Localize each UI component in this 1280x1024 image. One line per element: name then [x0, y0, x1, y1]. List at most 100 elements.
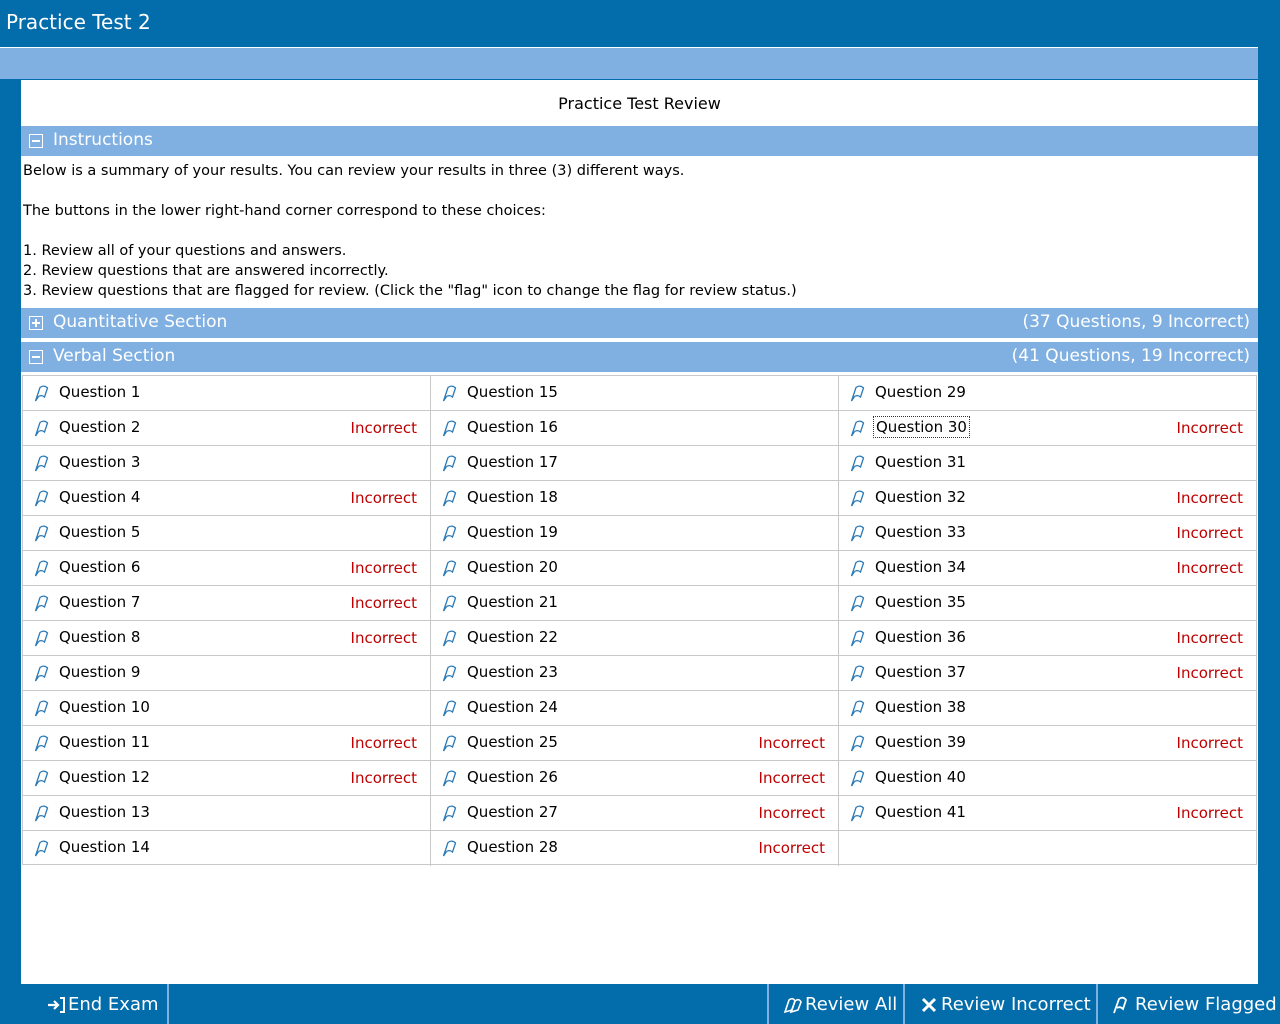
flag-icon[interactable]: [442, 804, 460, 822]
question-row[interactable]: Question 34 Incorrect: [839, 551, 1256, 586]
question-link[interactable]: Question 15: [465, 383, 560, 401]
question-row[interactable]: Question 37 Incorrect: [839, 656, 1256, 691]
question-row[interactable]: Question 31: [839, 446, 1256, 481]
flag-icon[interactable]: [850, 419, 868, 437]
flag-icon[interactable]: [850, 384, 868, 402]
question-link[interactable]: Question 39: [873, 733, 968, 751]
question-link[interactable]: Question 36: [873, 628, 968, 646]
flag-icon[interactable]: [442, 734, 460, 752]
question-link[interactable]: Question 35: [873, 593, 968, 611]
question-link[interactable]: Question 2: [57, 418, 142, 436]
review-flagged-button[interactable]: Review Flagged: [1098, 984, 1280, 1024]
question-link[interactable]: Question 30: [873, 416, 970, 438]
question-row[interactable]: Question 21: [431, 586, 839, 621]
question-link[interactable]: Question 3: [57, 453, 142, 471]
question-link[interactable]: Question 25: [465, 733, 560, 751]
flag-icon[interactable]: [34, 594, 52, 612]
question-link[interactable]: Question 28: [465, 838, 560, 856]
question-row[interactable]: Question 27 Incorrect: [431, 796, 839, 831]
section-verbal-header[interactable]: Verbal Section (41 Questions, 19 Incorre…: [21, 342, 1258, 372]
flag-icon[interactable]: [850, 699, 868, 717]
flag-icon[interactable]: [34, 384, 52, 402]
question-row[interactable]: Question 24: [431, 691, 839, 726]
flag-icon[interactable]: [850, 734, 868, 752]
question-row[interactable]: Question 18: [431, 481, 839, 516]
flag-icon[interactable]: [442, 384, 460, 402]
question-link[interactable]: Question 1: [57, 383, 142, 401]
question-row[interactable]: Question 41 Incorrect: [839, 796, 1256, 831]
question-row[interactable]: Question 7 Incorrect: [23, 586, 431, 621]
question-row[interactable]: Question 2 Incorrect: [23, 411, 431, 446]
question-link[interactable]: Question 7: [57, 593, 142, 611]
question-row[interactable]: Question 9: [23, 656, 431, 691]
flag-icon[interactable]: [34, 454, 52, 472]
question-link[interactable]: Question 16: [465, 418, 560, 436]
question-link[interactable]: Question 24: [465, 698, 560, 716]
instructions-header[interactable]: Instructions: [21, 126, 1258, 156]
question-row[interactable]: Question 11 Incorrect: [23, 726, 431, 761]
flag-icon[interactable]: [850, 769, 868, 787]
flag-icon[interactable]: [34, 489, 52, 507]
flag-icon[interactable]: [850, 664, 868, 682]
question-link[interactable]: Question 21: [465, 593, 560, 611]
question-row[interactable]: Question 40: [839, 761, 1256, 796]
question-row[interactable]: Question 23: [431, 656, 839, 691]
flag-icon[interactable]: [850, 524, 868, 542]
question-link[interactable]: Question 18: [465, 488, 560, 506]
question-link[interactable]: Question 17: [465, 453, 560, 471]
flag-icon[interactable]: [850, 489, 868, 507]
question-link[interactable]: Question 13: [57, 803, 152, 821]
flag-icon[interactable]: [442, 524, 460, 542]
question-link[interactable]: Question 38: [873, 698, 968, 716]
flag-icon[interactable]: [850, 594, 868, 612]
question-row[interactable]: Question 1: [23, 376, 431, 411]
question-link[interactable]: Question 22: [465, 628, 560, 646]
question-row[interactable]: Question 19: [431, 516, 839, 551]
flag-icon[interactable]: [34, 419, 52, 437]
flag-icon[interactable]: [34, 804, 52, 822]
flag-icon[interactable]: [442, 419, 460, 437]
flag-icon[interactable]: [34, 559, 52, 577]
question-link[interactable]: Question 32: [873, 488, 968, 506]
flag-icon[interactable]: [850, 454, 868, 472]
question-link[interactable]: Question 41: [873, 803, 968, 821]
question-row[interactable]: Question 4 Incorrect: [23, 481, 431, 516]
question-row[interactable]: Question 35: [839, 586, 1256, 621]
question-link[interactable]: Question 40: [873, 768, 968, 786]
flag-icon[interactable]: [34, 664, 52, 682]
flag-icon[interactable]: [442, 839, 460, 857]
review-incorrect-button[interactable]: Review Incorrect: [905, 984, 1096, 1024]
question-row[interactable]: Question 33 Incorrect: [839, 516, 1256, 551]
flag-icon[interactable]: [442, 769, 460, 787]
expand-icon[interactable]: [29, 316, 43, 330]
question-row[interactable]: Question 22: [431, 621, 839, 656]
question-link[interactable]: Question 20: [465, 558, 560, 576]
flag-icon[interactable]: [850, 629, 868, 647]
flag-icon[interactable]: [442, 559, 460, 577]
flag-icon[interactable]: [850, 804, 868, 822]
question-row[interactable]: Question 10: [23, 691, 431, 726]
flag-icon[interactable]: [442, 594, 460, 612]
question-row[interactable]: Question 15: [431, 376, 839, 411]
question-row[interactable]: Question 29: [839, 376, 1256, 411]
flag-icon[interactable]: [442, 699, 460, 717]
question-row[interactable]: Question 6 Incorrect: [23, 551, 431, 586]
question-row[interactable]: Question 36 Incorrect: [839, 621, 1256, 656]
question-link[interactable]: Question 34: [873, 558, 968, 576]
collapse-icon[interactable]: [29, 350, 43, 364]
question-link[interactable]: Question 27: [465, 803, 560, 821]
question-row[interactable]: Question 30 Incorrect: [839, 411, 1256, 446]
question-link[interactable]: Question 4: [57, 488, 142, 506]
flag-icon[interactable]: [442, 664, 460, 682]
question-link[interactable]: Question 26: [465, 768, 560, 786]
question-row[interactable]: Question 20: [431, 551, 839, 586]
question-link[interactable]: Question 19: [465, 523, 560, 541]
flag-icon[interactable]: [442, 454, 460, 472]
review-all-button[interactable]: Review All: [769, 984, 903, 1024]
flag-icon[interactable]: [34, 699, 52, 717]
question-row[interactable]: Question 13: [23, 796, 431, 831]
question-row[interactable]: Question 14: [23, 831, 431, 866]
flag-icon[interactable]: [34, 839, 52, 857]
question-row[interactable]: Question 26 Incorrect: [431, 761, 839, 796]
question-row[interactable]: Question 5: [23, 516, 431, 551]
